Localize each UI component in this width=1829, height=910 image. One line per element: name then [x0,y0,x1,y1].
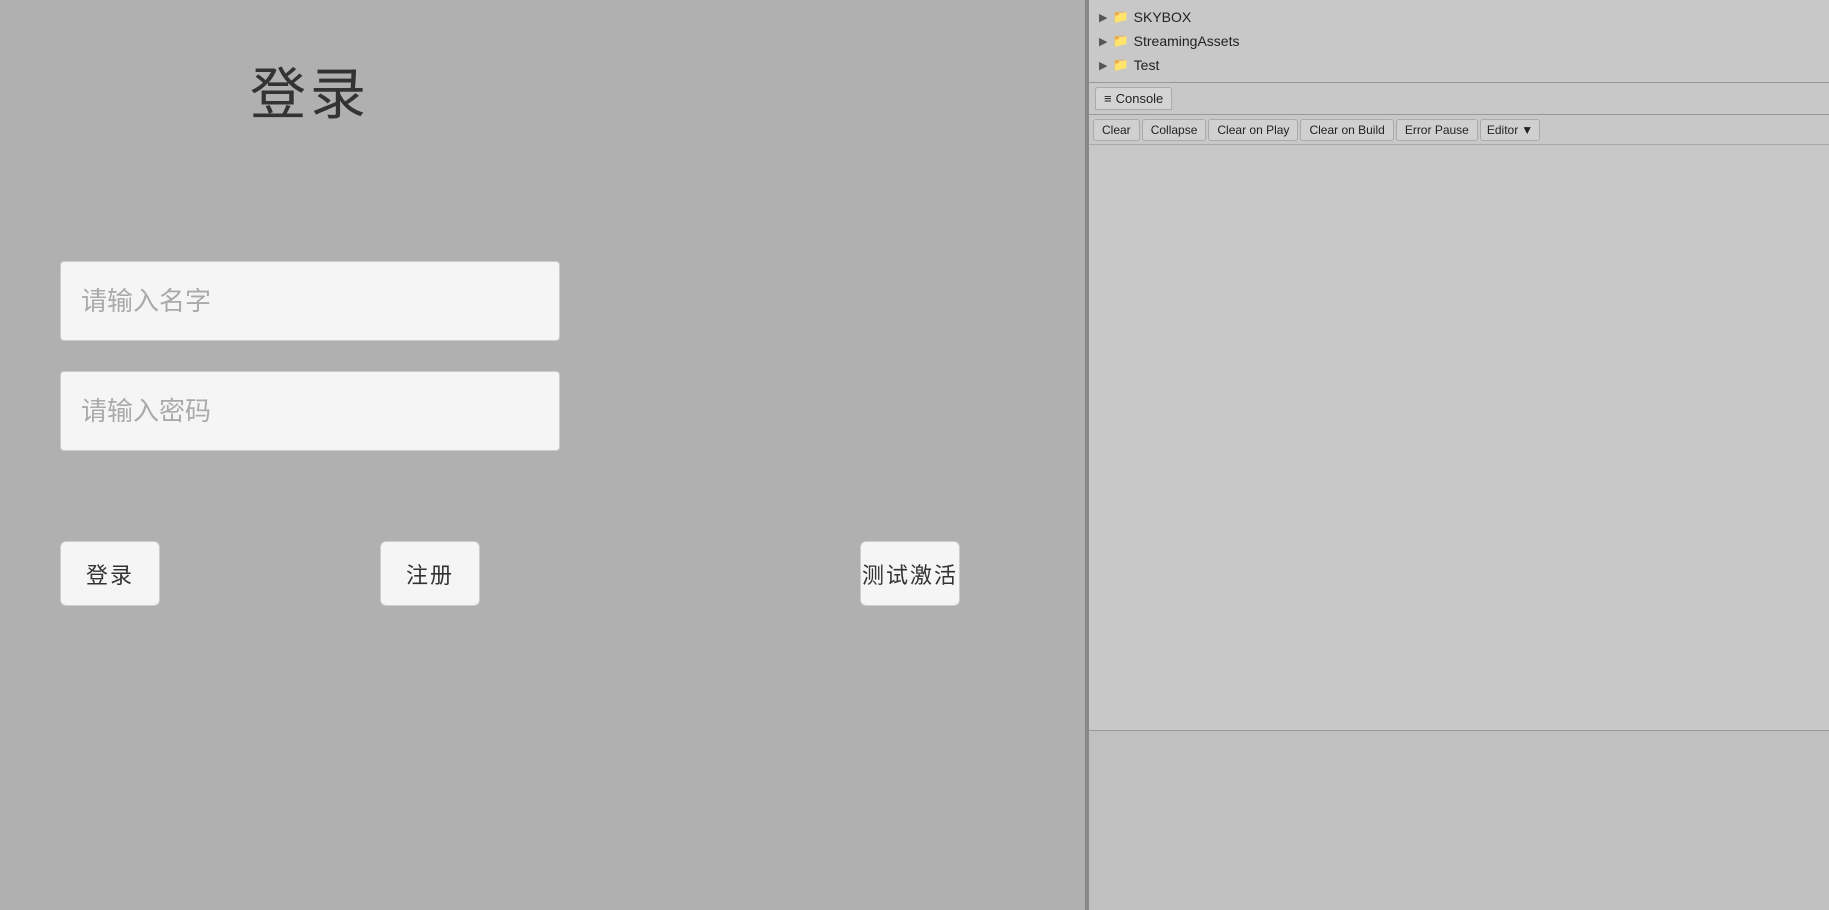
folder-icon-streamingassets: 📁 [1112,33,1128,49]
login-title: 登录 [250,50,370,131]
console-tab[interactable]: ≡ Console [1095,87,1172,110]
login-button[interactable]: 登录 [60,541,160,606]
console-tab-label: Console [1116,91,1164,106]
console-bottom-detail [1089,730,1829,910]
clear-on-play-button[interactable]: Clear on Play [1208,119,1298,141]
tree-label-test: Test [1134,57,1160,73]
register-button[interactable]: 注册 [380,541,480,606]
password-input[interactable] [60,371,560,451]
tree-arrow-skybox: ▶ [1099,11,1107,24]
editor-dropdown-label: Editor [1487,123,1518,137]
login-form [60,261,1025,451]
tree-label-skybox: SKYBOX [1134,9,1192,25]
error-pause-button[interactable]: Error Pause [1396,119,1478,141]
console-icon: ≡ [1104,91,1112,106]
tree-item-streamingassets[interactable]: ▶ 📁 StreamingAssets [1099,29,1819,53]
username-input[interactable] [60,261,560,341]
folder-icon-test: 📁 [1112,57,1128,73]
folder-icon-skybox: 📁 [1112,9,1128,25]
tree-item-skybox[interactable]: ▶ 📁 SKYBOX [1099,5,1819,29]
console-panel: ≡ Console Clear Collapse Clear on Play C… [1089,82,1829,910]
tree-label-streamingassets: StreamingAssets [1134,33,1240,49]
tree-item-test[interactable]: ▶ 📁 Test [1099,53,1819,77]
tree-arrow-streamingassets: ▶ [1099,35,1107,48]
test-activate-button[interactable]: 测试激活 [860,541,960,606]
clear-on-build-button[interactable]: Clear on Build [1300,119,1393,141]
tree-arrow-test: ▶ [1099,59,1107,72]
file-tree: ▶ 📁 SKYBOX ▶ 📁 StreamingAssets ▶ 📁 Test [1089,0,1829,82]
editor-dropdown[interactable]: Editor ▼ [1480,119,1540,141]
collapse-button[interactable]: Collapse [1142,119,1207,141]
editor-panel: ▶ 📁 SKYBOX ▶ 📁 StreamingAssets ▶ 📁 Test … [1089,0,1829,910]
console-content [1089,145,1829,730]
chevron-down-icon: ▼ [1521,123,1533,137]
console-header: ≡ Console [1089,83,1829,115]
login-panel: 登录 登录 注册 测试激活 [0,0,1085,910]
clear-button[interactable]: Clear [1093,119,1140,141]
console-toolbar: Clear Collapse Clear on Play Clear on Bu… [1089,115,1829,145]
login-buttons: 登录 注册 测试激活 [60,541,960,606]
